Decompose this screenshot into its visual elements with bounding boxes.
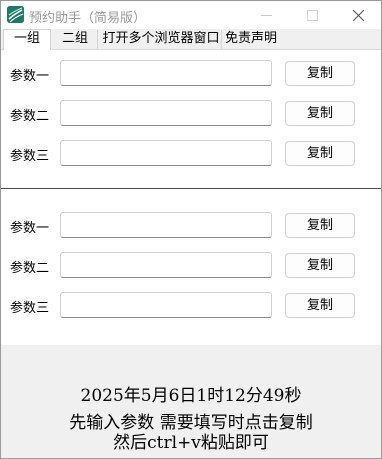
- maximize-icon: [307, 10, 318, 21]
- tab-bar: 一组 二组 打开多个浏览器窗口 免责声明: [1, 29, 381, 50]
- param-2-label-lower: 参数二: [10, 261, 50, 276]
- param-2-input[interactable]: [60, 100, 272, 126]
- param-3-input[interactable]: [60, 140, 272, 166]
- window-title: 预约助手（简易版）: [29, 11, 147, 26]
- tab-panel-group-1: 参数一 复制 参数二 复制 参数三 复制 参数一 复制 参数二 复制 参数三 复…: [1, 50, 381, 345]
- copy-param-1-button-lower[interactable]: 复制: [285, 213, 355, 238]
- copy-param-3-button-lower[interactable]: 复制: [285, 293, 355, 318]
- app-window: 预约助手（简易版） 一组 二组 打开多个浏览器窗口 免责声明 参数一 复制 参数…: [0, 0, 382, 459]
- title-bar[interactable]: 预约助手（简易版）: [1, 1, 381, 29]
- param-3-input-lower[interactable]: [60, 292, 272, 318]
- maximize-button[interactable]: [289, 1, 335, 29]
- param-1-label-lower: 参数一: [10, 221, 50, 236]
- minimize-button[interactable]: [243, 1, 289, 29]
- group-divider: [1, 188, 381, 189]
- param-1-label: 参数一: [10, 69, 50, 84]
- copy-param-3-button[interactable]: 复制: [285, 141, 355, 166]
- close-button[interactable]: [335, 1, 381, 29]
- close-icon: [353, 10, 364, 21]
- param-2-input-lower[interactable]: [60, 252, 272, 278]
- usage-hint-line-1: 先输入参数 需要填写时点击复制: [69, 413, 313, 433]
- param-1-input-lower[interactable]: [60, 212, 272, 238]
- app-logo-icon: [7, 6, 24, 23]
- tab-group-1[interactable]: 一组: [3, 29, 51, 50]
- param-3-label-lower: 参数三: [10, 301, 50, 316]
- param-1-input[interactable]: [60, 60, 272, 86]
- copy-param-2-button[interactable]: 复制: [285, 101, 355, 126]
- param-3-label: 参数三: [10, 149, 50, 164]
- usage-hint: 先输入参数 需要填写时点击复制 然后ctrl+v粘贴即可: [1, 413, 381, 453]
- usage-hint-line-2: 然后ctrl+v粘贴即可: [113, 433, 269, 453]
- tab-disclaimer[interactable]: 免责声明: [222, 30, 280, 49]
- tab-open-browsers[interactable]: 打开多个浏览器窗口: [101, 30, 222, 49]
- param-2-label: 参数二: [10, 109, 50, 124]
- copy-param-1-button[interactable]: 复制: [285, 61, 355, 86]
- datetime-display: 2025年5月6日1时12分49秒: [80, 386, 302, 406]
- minimize-icon: [261, 15, 272, 16]
- copy-param-2-button-lower[interactable]: 复制: [285, 253, 355, 278]
- tab-group-2[interactable]: 二组: [53, 30, 98, 49]
